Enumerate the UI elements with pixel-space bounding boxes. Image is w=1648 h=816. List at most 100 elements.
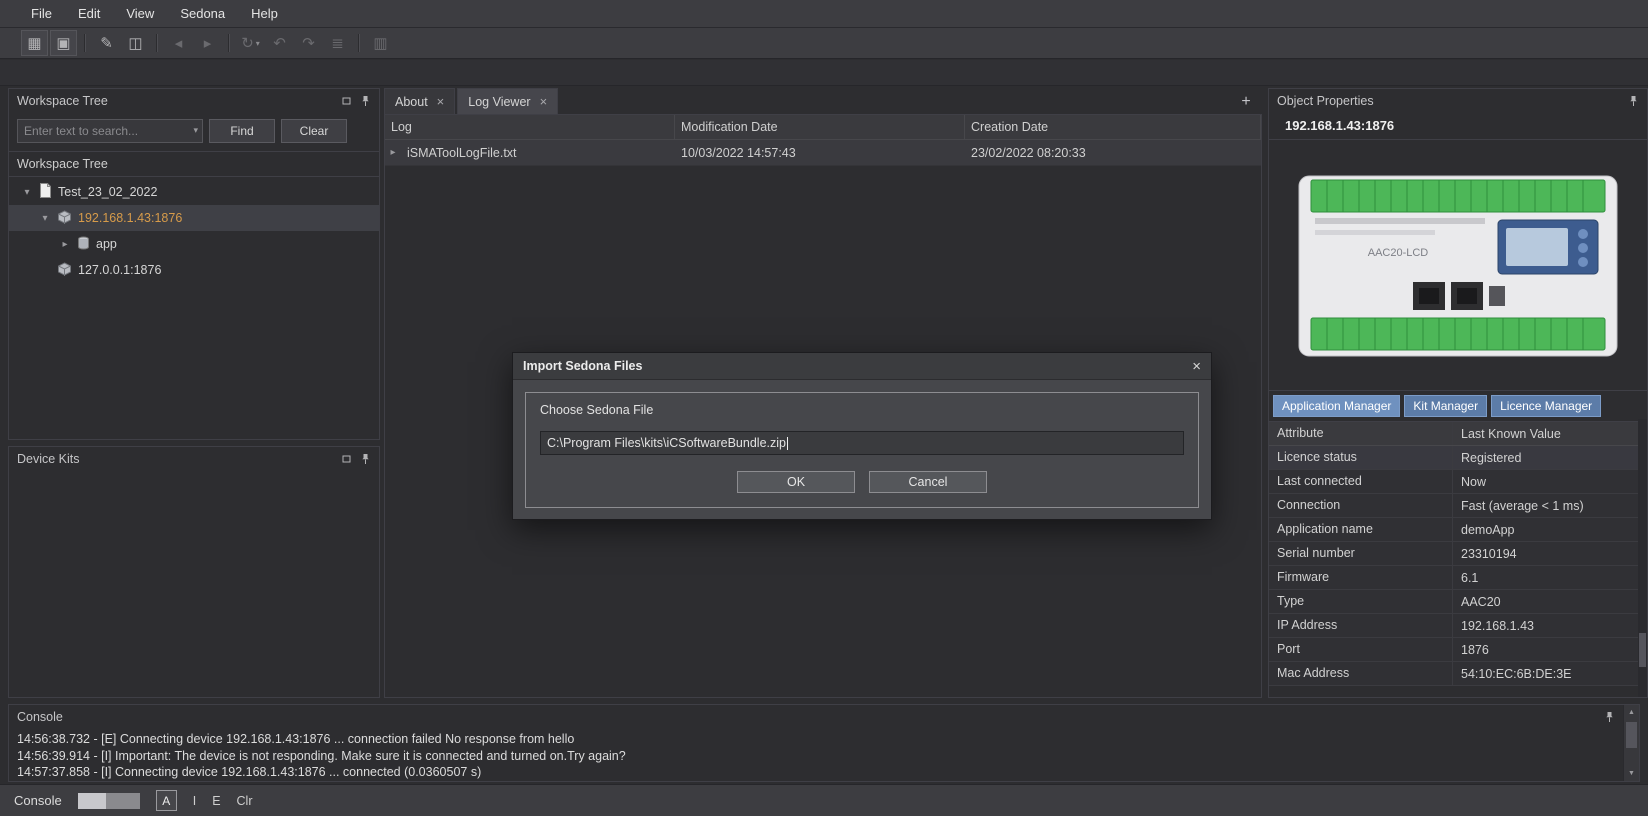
device-image: AAC20-LCD <box>1293 156 1623 374</box>
licence-manager-button[interactable]: Licence Manager <box>1491 395 1601 417</box>
tree-node-device[interactable]: ▾ 192.168.1.43:1876 <box>9 205 379 231</box>
workspace-tree: ▾ Test_23_02_2022 ▾ 192.168.1.43:1876 ▸ … <box>9 177 379 283</box>
property-value: 23310194 <box>1453 547 1647 561</box>
ok-button[interactable]: OK <box>737 471 855 493</box>
redo-icon[interactable]: ↷ <box>295 30 322 56</box>
cancel-button[interactable]: Cancel <box>869 471 987 493</box>
filter-info-button[interactable]: I <box>193 794 196 808</box>
column-header-attribute: Attribute <box>1269 422 1453 445</box>
property-attribute: Licence status <box>1269 446 1453 469</box>
device-kits-title: Device Kits <box>17 452 80 466</box>
tab-log-viewer[interactable]: Log Viewer × <box>457 88 558 114</box>
property-row-last-connected[interactable]: Last connected Now <box>1269 470 1647 494</box>
tree-search-row: ▾ Find Clear <box>9 113 379 151</box>
document-tabstrip: About × Log Viewer × + <box>384 88 1262 114</box>
forward-icon[interactable]: ▸ <box>194 30 221 56</box>
list-icon[interactable]: ≣ <box>324 30 351 56</box>
menu-edit[interactable]: Edit <box>65 0 113 28</box>
pin-icon[interactable] <box>360 95 371 107</box>
log-table-row[interactable]: ▸ iSMAToolLogFile.txt 10/03/2022 14:57:4… <box>385 140 1261 166</box>
workspace-layout-icon[interactable]: ▦ <box>21 30 48 56</box>
tree-node-app[interactable]: ▸ app <box>9 231 379 257</box>
log-modification-date: 10/03/2022 14:57:43 <box>675 146 965 160</box>
restore-panel-icon[interactable] <box>342 454 352 464</box>
property-row-application-name[interactable]: Application name demoApp <box>1269 518 1647 542</box>
menu-view[interactable]: View <box>113 0 167 28</box>
pin-icon[interactable] <box>1604 711 1615 723</box>
column-header-modification-date[interactable]: Modification Date <box>675 115 965 139</box>
property-row-connection[interactable]: Connection Fast (average < 1 ms) <box>1269 494 1647 518</box>
dialog-close-icon[interactable]: × <box>1192 358 1201 375</box>
property-row-firmware[interactable]: Firmware 6.1 <box>1269 566 1647 590</box>
save-layout-icon[interactable]: ▣ <box>50 30 77 56</box>
object-properties-header: Object Properties <box>1269 89 1647 113</box>
tab-close-icon[interactable]: × <box>437 95 445 108</box>
wiresheet-icon[interactable]: ✎ <box>93 30 120 56</box>
console-line: 14:56:38.732 - [E] Connecting device 192… <box>17 731 1619 748</box>
filter-all-button[interactable]: A <box>156 790 177 811</box>
menu-file[interactable]: File <box>18 0 65 28</box>
column-header-log[interactable]: Log <box>385 115 675 139</box>
expander-icon[interactable]: ▾ <box>39 213 51 224</box>
pin-icon[interactable] <box>1628 95 1639 107</box>
console-header: Console <box>9 705 1639 729</box>
deploy-icon[interactable]: ▥ <box>367 30 394 56</box>
application-manager-button[interactable]: Application Manager <box>1273 395 1400 417</box>
tab-about[interactable]: About × <box>384 88 455 114</box>
menubar: File Edit View Sedona Help <box>0 0 1648 28</box>
history-icon[interactable]: ↻ ▾ <box>237 30 264 56</box>
property-row-port[interactable]: Port 1876 <box>1269 638 1647 662</box>
menu-help[interactable]: Help <box>238 0 291 28</box>
progress-fill <box>78 793 107 809</box>
property-row-mac-address[interactable]: Mac Address 54:10:EC:6B:DE:3E <box>1269 662 1647 686</box>
console-progress-bar <box>78 793 140 809</box>
chevron-down-icon: ▾ <box>256 39 260 48</box>
property-row-ip-address[interactable]: IP Address 192.168.1.43 <box>1269 614 1647 638</box>
file-path-value: C:\Program Files\kits\iCSoftwareBundle.z… <box>547 436 786 450</box>
property-row-licence-status[interactable]: Licence status Registered <box>1269 446 1647 470</box>
chevron-down-icon[interactable]: ▾ <box>193 125 198 136</box>
file-path-input[interactable]: C:\Program Files\kits\iCSoftwareBundle.z… <box>540 431 1184 455</box>
find-button[interactable]: Find <box>209 119 275 143</box>
clear-button[interactable]: Clear <box>281 119 347 143</box>
property-attribute: Firmware <box>1269 566 1453 589</box>
tree-node-project[interactable]: ▾ Test_23_02_2022 <box>9 179 379 205</box>
property-row-serial-number[interactable]: Serial number 23310194 <box>1269 542 1647 566</box>
property-value: Registered <box>1453 451 1647 465</box>
document-icon <box>39 183 52 201</box>
console-title: Console <box>17 710 63 724</box>
expander-icon[interactable]: ▸ <box>59 239 71 250</box>
menu-sedona[interactable]: Sedona <box>167 0 238 28</box>
clear-console-button[interactable]: Clr <box>237 794 253 808</box>
database-icon <box>77 236 90 253</box>
tab-close-icon[interactable]: × <box>540 95 548 108</box>
kit-manager-button[interactable]: Kit Manager <box>1404 395 1487 417</box>
column-header-creation-date[interactable]: Creation Date <box>965 115 1261 139</box>
filter-error-button[interactable]: E <box>212 794 220 808</box>
scroll-up-icon[interactable]: ▲ <box>1624 705 1639 720</box>
scroll-down-icon[interactable]: ▼ <box>1624 766 1639 781</box>
undo-icon[interactable]: ↶ <box>266 30 293 56</box>
pin-icon[interactable] <box>360 453 371 465</box>
dialog-titlebar[interactable]: Import Sedona Files × <box>513 353 1211 380</box>
tree-node-localhost[interactable]: 127.0.0.1:1876 <box>9 257 379 283</box>
toolbar-separator <box>156 34 158 52</box>
property-sheet-icon[interactable]: ◫ <box>122 30 149 56</box>
search-input[interactable] <box>17 119 203 143</box>
tab-label: About <box>395 95 428 109</box>
add-tab-button[interactable]: + <box>1236 93 1256 111</box>
log-file-name: iSMAToolLogFile.txt <box>401 146 675 160</box>
scrollbar-thumb[interactable] <box>1626 722 1637 748</box>
console-scrollbar[interactable]: ▲ ▼ <box>1623 705 1639 781</box>
workspace-tree-header: Workspace Tree <box>9 89 379 113</box>
dialog-title: Import Sedona Files <box>523 359 642 373</box>
scrollbar-thumb[interactable] <box>1639 633 1646 667</box>
expander-icon[interactable]: ▸ <box>385 147 401 158</box>
property-value: 6.1 <box>1453 571 1647 585</box>
back-icon[interactable]: ◂ <box>165 30 192 56</box>
property-row-type[interactable]: Type AAC20 <box>1269 590 1647 614</box>
restore-panel-icon[interactable] <box>342 96 352 106</box>
expander-icon[interactable]: ▾ <box>21 187 33 198</box>
tree-node-label: 192.168.1.43:1876 <box>78 211 182 225</box>
properties-scrollbar[interactable] <box>1638 419 1647 697</box>
